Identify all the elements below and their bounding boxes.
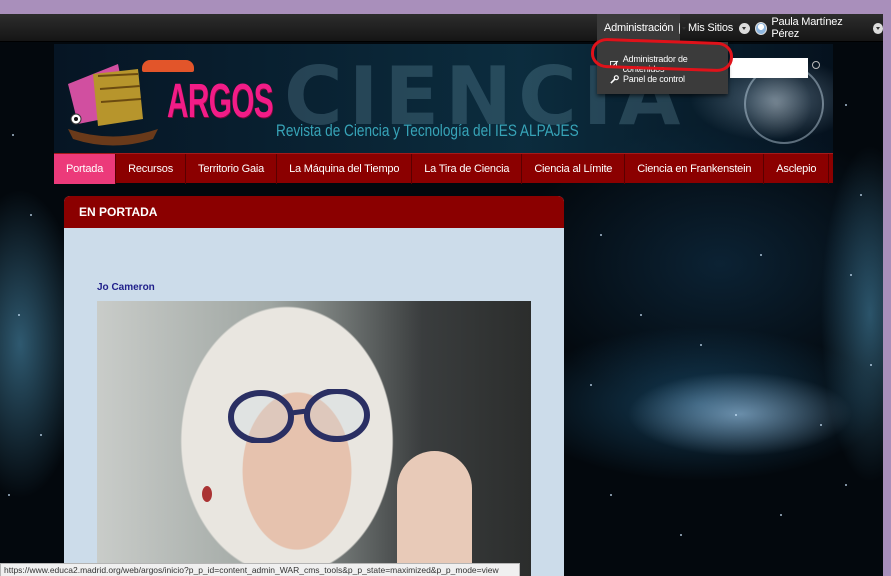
dockbar: Administración Mis Sitios Paula Martínez… bbox=[0, 14, 883, 42]
chevron-down-icon bbox=[739, 22, 751, 34]
nav-item-recursos[interactable]: Recursos bbox=[116, 154, 187, 184]
nav-item-maquina-del-tiempo[interactable]: La Máquina del Tiempo bbox=[277, 154, 413, 184]
nav-item-ciencia-al-limite[interactable]: Ciencia al Límite bbox=[522, 154, 626, 184]
my-sites-menu[interactable]: Mis Sitios bbox=[688, 14, 751, 42]
nav-item-ciencia-en-frankenstein[interactable]: Ciencia en Frankenstein bbox=[625, 154, 765, 184]
nav-item-tira-de-ciencia[interactable]: La Tira de Ciencia bbox=[412, 154, 523, 184]
ship-logo-icon bbox=[68, 64, 158, 146]
featured-panel: EN PORTADA Jo Cameron bbox=[64, 196, 564, 576]
browser-viewport: Administración Mis Sitios Paula Martínez… bbox=[0, 14, 883, 576]
wrench-icon bbox=[610, 74, 619, 84]
my-sites-label: Mis Sitios bbox=[688, 22, 734, 34]
article-photo[interactable] bbox=[97, 301, 531, 576]
site-subtitle: Revista de Ciencia y Tecnología del IES … bbox=[276, 121, 579, 140]
nav-item-portada[interactable]: Portada bbox=[54, 154, 117, 184]
hands-detail bbox=[397, 451, 472, 576]
chevron-down-icon bbox=[679, 22, 684, 34]
user-name: Paula Martínez Pérez bbox=[771, 16, 843, 40]
highlight-annotation bbox=[590, 37, 734, 73]
section-title: EN PORTADA bbox=[64, 196, 564, 228]
nav-item-asclepio[interactable]: Asclepio bbox=[764, 154, 830, 184]
logo-text: ARGOS bbox=[167, 75, 274, 128]
user-menu[interactable]: Paula Martínez Pérez bbox=[755, 14, 883, 42]
article-title-link[interactable]: Jo Cameron bbox=[97, 282, 155, 293]
earring-detail bbox=[202, 486, 212, 502]
main-navigation: Portada Recursos Territorio Gaia La Máqu… bbox=[54, 153, 833, 184]
search-input[interactable] bbox=[730, 58, 808, 78]
administration-label: Administración bbox=[604, 22, 674, 34]
chevron-down-icon bbox=[872, 22, 883, 34]
nav-item-territorio-gaia[interactable]: Territorio Gaia bbox=[186, 154, 278, 184]
control-panel-menu-item[interactable]: Panel de control bbox=[610, 74, 685, 84]
status-bar-url: https://www.educa2.madrid.org/web/argos/… bbox=[0, 563, 520, 576]
glasses-detail bbox=[228, 389, 370, 443]
menu-item-label: Panel de control bbox=[623, 74, 685, 84]
avatar bbox=[755, 21, 768, 35]
search-icon[interactable] bbox=[812, 61, 820, 69]
